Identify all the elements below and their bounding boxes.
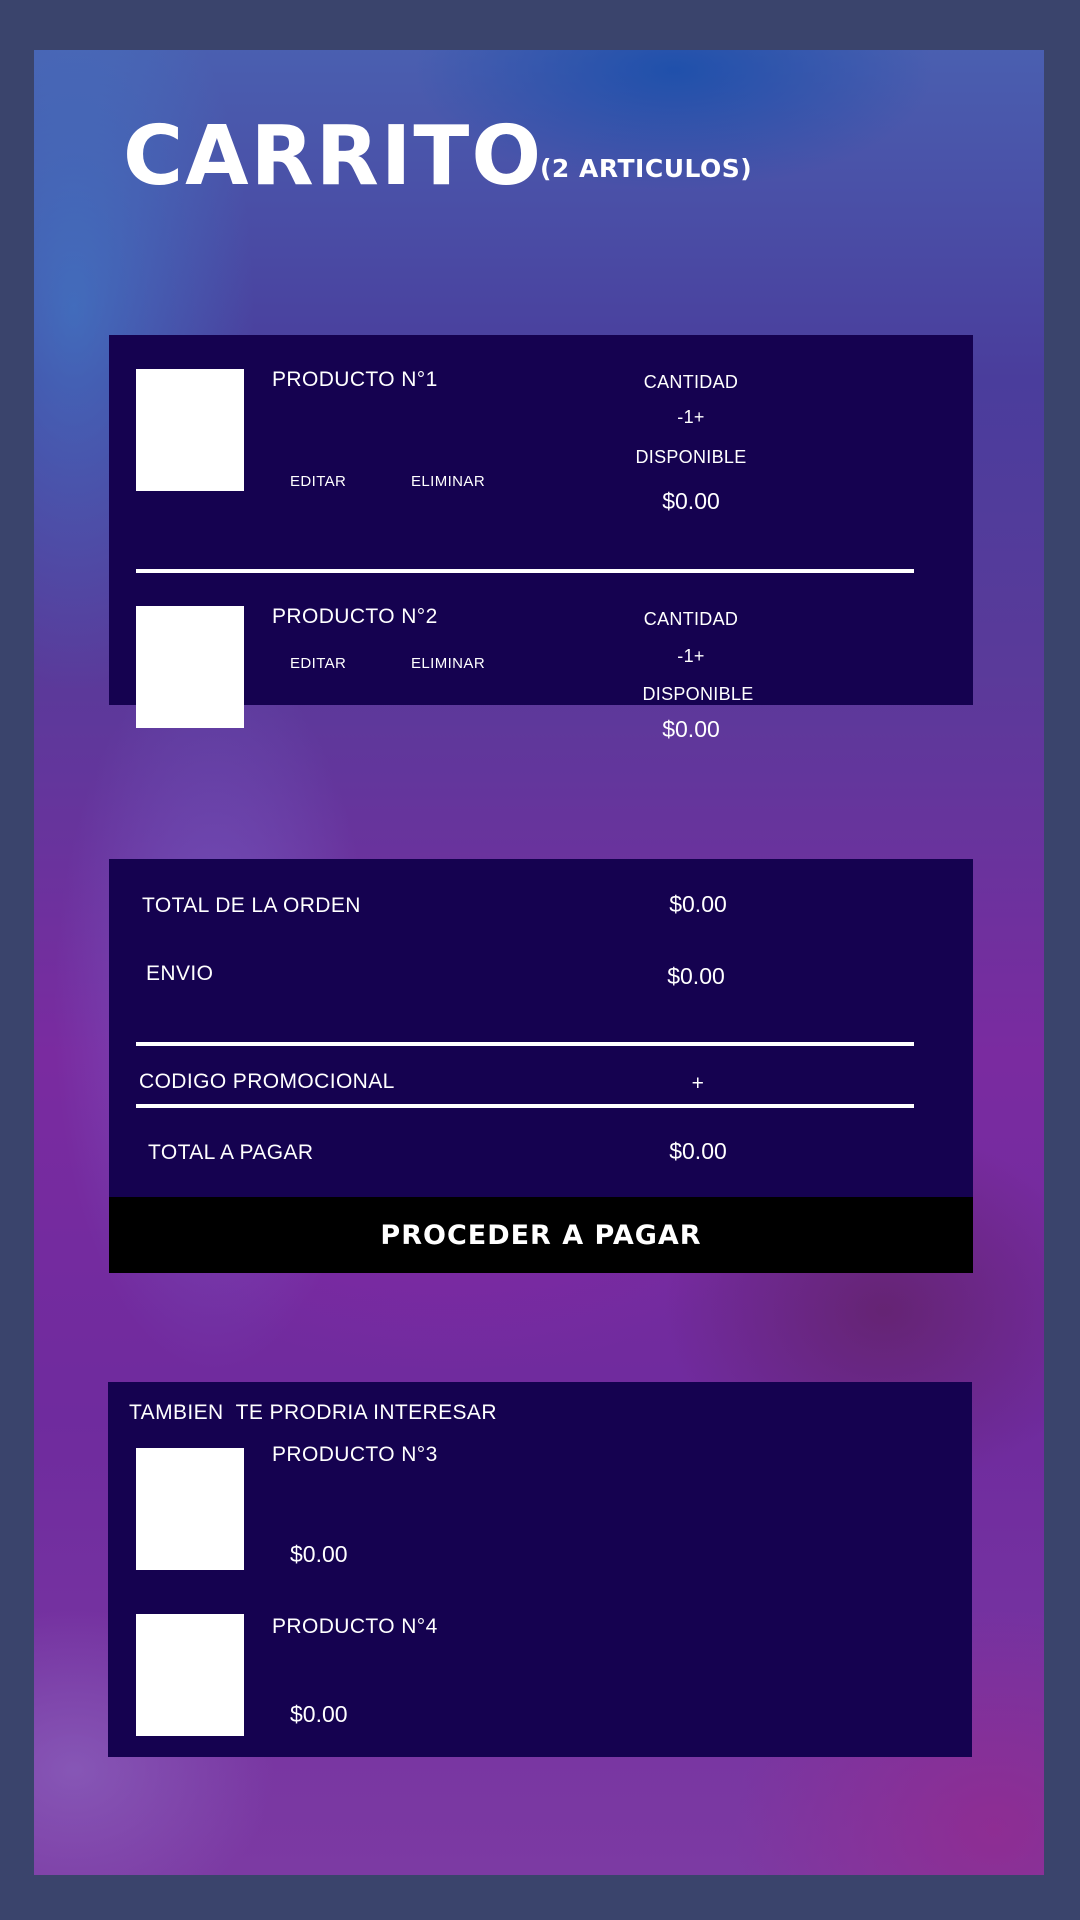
edit-button[interactable]: EDITAR	[290, 655, 346, 672]
total-to-pay-value: $0.00	[669, 1138, 727, 1164]
suggested-product-name[interactable]: PRODUCTO N°3	[272, 1443, 438, 1467]
promo-code-add-button[interactable]: +	[598, 1072, 798, 1096]
suggested-product-image[interactable]	[136, 1614, 244, 1736]
total-to-pay-label: TOTAL A PAGAR	[148, 1141, 314, 1164]
edit-button[interactable]: EDITAR	[290, 473, 346, 490]
shipping-value: $0.00	[667, 963, 725, 989]
promo-code-label[interactable]: CODIGO PROMOCIONAL	[139, 1070, 395, 1094]
suggested-product-name[interactable]: PRODUCTO N°4	[272, 1615, 438, 1639]
product-name[interactable]: PRODUCTO N°1	[272, 368, 438, 392]
summary-divider	[136, 1104, 914, 1108]
quantity-stepper[interactable]: -1+	[591, 646, 791, 667]
cart-items-panel: PRODUCTO N°1 EDITAR ELIMINAR CANTIDAD -1…	[109, 335, 973, 742]
product-image[interactable]	[136, 606, 244, 728]
quantity-label: CANTIDAD	[643, 609, 739, 629]
suggested-product-image[interactable]	[136, 1448, 244, 1570]
remove-button[interactable]: ELIMINAR	[411, 473, 485, 490]
suggested-product-price: $0.00	[290, 1541, 348, 1567]
product-price: $0.00	[662, 716, 720, 742]
product-price: $0.00	[662, 488, 720, 514]
quantity-stepper[interactable]: -1+	[591, 407, 791, 428]
checkout-button[interactable]: PROCEDER A PAGAR	[109, 1197, 973, 1273]
item-count: (2 ARTICULOS)	[540, 154, 753, 183]
order-total-label: TOTAL DE LA ORDEN	[142, 894, 361, 917]
availability-status: DISPONIBLE	[635, 447, 747, 467]
suggestions-heading: TAMBIEN TE PRODRIA INTERESAR	[129, 1401, 497, 1424]
product-image[interactable]	[136, 369, 244, 491]
summary-divider	[136, 1042, 914, 1046]
order-summary-panel: TOTAL DE LA ORDEN $0.00 ENVIO $0.00 CODI…	[109, 859, 973, 1246]
product-name[interactable]: PRODUCTO N°2	[272, 605, 438, 629]
shipping-label: ENVIO	[146, 962, 214, 985]
item-divider	[136, 569, 914, 573]
page-background: CARRITO (2 ARTICULOS) PRODUCTO N°1 EDITA…	[34, 50, 1044, 1875]
order-total-value: $0.00	[669, 891, 727, 917]
page-title: CARRITO	[123, 109, 544, 204]
suggestions-panel: TAMBIEN TE PRODRIA INTERESAR PRODUCTO N°…	[108, 1382, 972, 1757]
availability-status: DISPONIBLE	[642, 684, 754, 704]
suggested-product-price: $0.00	[290, 1701, 348, 1727]
remove-button[interactable]: ELIMINAR	[411, 655, 485, 672]
quantity-label: CANTIDAD	[643, 372, 739, 392]
